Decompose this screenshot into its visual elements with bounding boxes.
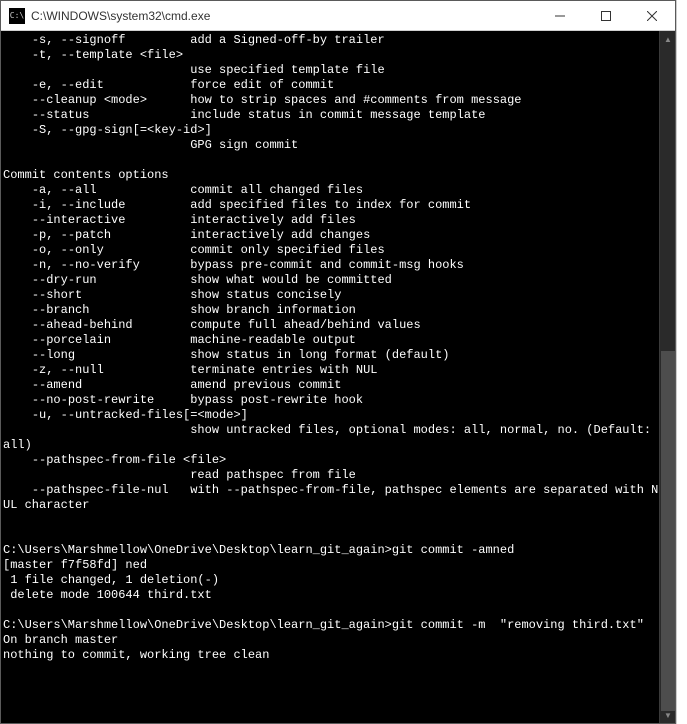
- minimize-button[interactable]: [537, 1, 583, 30]
- titlebar[interactable]: C:\ C:\WINDOWS\system32\cmd.exe: [1, 1, 675, 31]
- close-button[interactable]: [629, 1, 675, 30]
- scrollbar[interactable]: ▲ ▼: [659, 31, 675, 723]
- terminal-output[interactable]: -s, --signoff add a Signed-off-by traile…: [1, 31, 659, 723]
- scroll-thumb[interactable]: [661, 351, 675, 711]
- terminal-area: -s, --signoff add a Signed-off-by traile…: [1, 31, 675, 723]
- adjacent-window-edge: [676, 0, 687, 724]
- window-title: C:\WINDOWS\system32\cmd.exe: [31, 9, 537, 23]
- scroll-down-arrow[interactable]: ▼: [660, 707, 675, 723]
- app-icon: C:\: [9, 8, 25, 24]
- window-controls: [537, 1, 675, 30]
- scroll-up-arrow[interactable]: ▲: [660, 31, 675, 47]
- maximize-button[interactable]: [583, 1, 629, 30]
- cmd-window: C:\ C:\WINDOWS\system32\cmd.exe -s, --si…: [0, 0, 676, 724]
